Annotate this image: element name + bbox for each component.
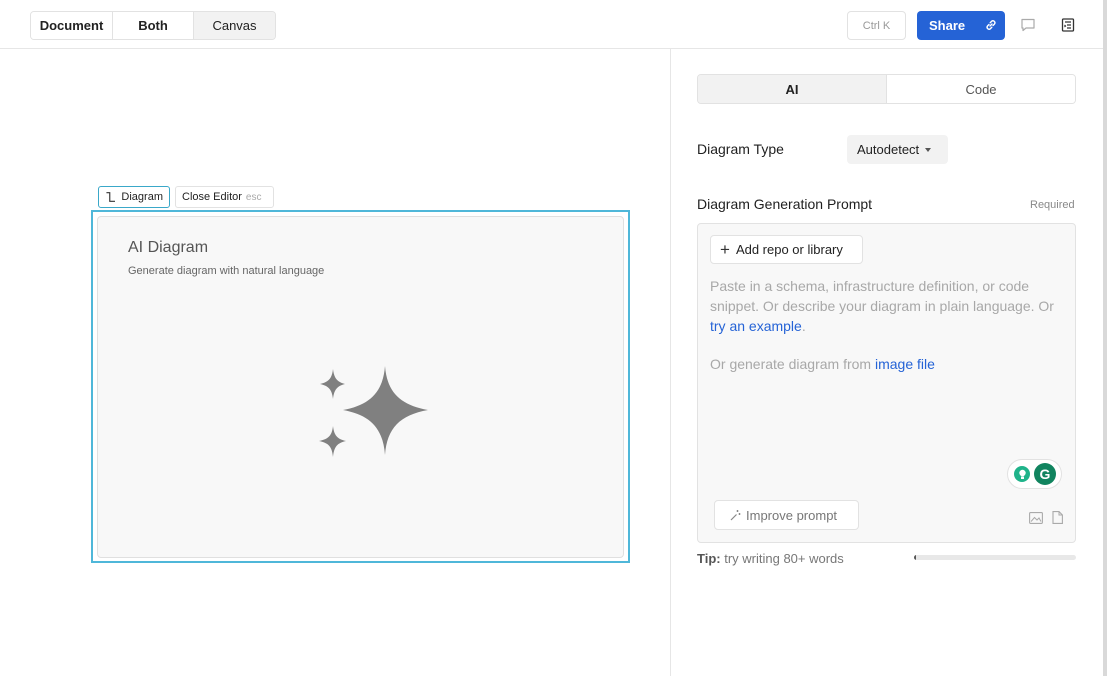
- card-title: AI Diagram: [128, 239, 209, 256]
- caret-down-icon: [925, 147, 932, 152]
- view-mode-switcher: Document Both Canvas: [30, 11, 276, 40]
- ai-diagram-card[interactable]: AI Diagram Generate diagram with natural…: [97, 216, 624, 558]
- command-search-button[interactable]: Ctrl K: [847, 11, 906, 40]
- grammarly-widget[interactable]: G: [1007, 459, 1062, 489]
- placeholder-text: Paste in a schema, infrastructure defini…: [710, 278, 1054, 314]
- top-toolbar: Document Both Canvas Ctrl K Share: [0, 0, 1103, 49]
- prompt-textarea[interactable]: + Add repo or library Paste in a schema,…: [697, 223, 1076, 543]
- link-icon[interactable]: [984, 18, 998, 32]
- tip-text: Tip: try writing 80+ words: [697, 551, 844, 566]
- diagram-type-label: Diagram Type: [697, 141, 784, 157]
- sparkle-icon: [319, 366, 428, 457]
- view-both-button[interactable]: Both: [113, 12, 194, 39]
- close-editor-button[interactable]: Close Editor esc: [175, 186, 274, 208]
- prompt-placeholder: Paste in a schema, infrastructure defini…: [710, 276, 1066, 336]
- view-canvas-button[interactable]: Canvas: [194, 12, 275, 39]
- tab-code[interactable]: Code: [887, 75, 1075, 103]
- window-edge: [1103, 0, 1107, 676]
- add-repo-label: Add repo or library: [735, 242, 843, 257]
- card-subtitle: Generate diagram with natural language: [128, 265, 325, 277]
- panel-divider[interactable]: [670, 49, 671, 676]
- improve-prompt-label: Improve prompt: [746, 507, 838, 523]
- diagram-chip[interactable]: Diagram: [98, 186, 170, 208]
- add-repo-button[interactable]: + Add repo or library: [710, 235, 863, 264]
- panel-toggle-icon[interactable]: [1058, 15, 1078, 35]
- grammarly-icon[interactable]: G: [1034, 463, 1056, 485]
- required-label: Required: [1030, 199, 1075, 211]
- diagram-chip-label: Diagram: [121, 191, 163, 203]
- file-icon[interactable]: [1052, 511, 1063, 524]
- image-icon[interactable]: [1029, 512, 1043, 524]
- bulb-icon[interactable]: [1014, 466, 1030, 482]
- mode-tabs: AI Code: [697, 74, 1076, 104]
- diagram-type-select[interactable]: Autodetect: [847, 135, 948, 164]
- tip-body: try writing 80+ words: [724, 551, 844, 566]
- improve-prompt-button[interactable]: Improve prompt: [714, 500, 859, 530]
- placeholder-end: .: [801, 318, 806, 334]
- word-count-progress: [914, 555, 1076, 560]
- tab-ai[interactable]: AI: [698, 75, 887, 103]
- comment-icon[interactable]: [1018, 15, 1038, 35]
- share-label: Share: [929, 18, 966, 33]
- try-example-link[interactable]: try an example: [710, 318, 802, 334]
- magic-wand-icon: [730, 510, 741, 521]
- word-count-progress-fill: [914, 555, 916, 560]
- plus-icon: +: [720, 240, 730, 259]
- view-document-button[interactable]: Document: [31, 12, 113, 39]
- tip-label: Tip:: [697, 551, 721, 566]
- image-hint-text: Or generate diagram from: [710, 356, 875, 372]
- image-file-link[interactable]: image file: [875, 356, 935, 372]
- share-button[interactable]: Share: [917, 11, 1005, 40]
- connector-icon: [106, 192, 115, 202]
- prompt-label: Diagram Generation Prompt: [697, 196, 873, 212]
- esc-shortcut: esc: [245, 191, 262, 203]
- diagram-type-value: Autodetect: [857, 142, 920, 157]
- image-file-hint: Or generate diagram from image file: [710, 356, 935, 372]
- close-editor-label: Close Editor: [182, 191, 242, 203]
